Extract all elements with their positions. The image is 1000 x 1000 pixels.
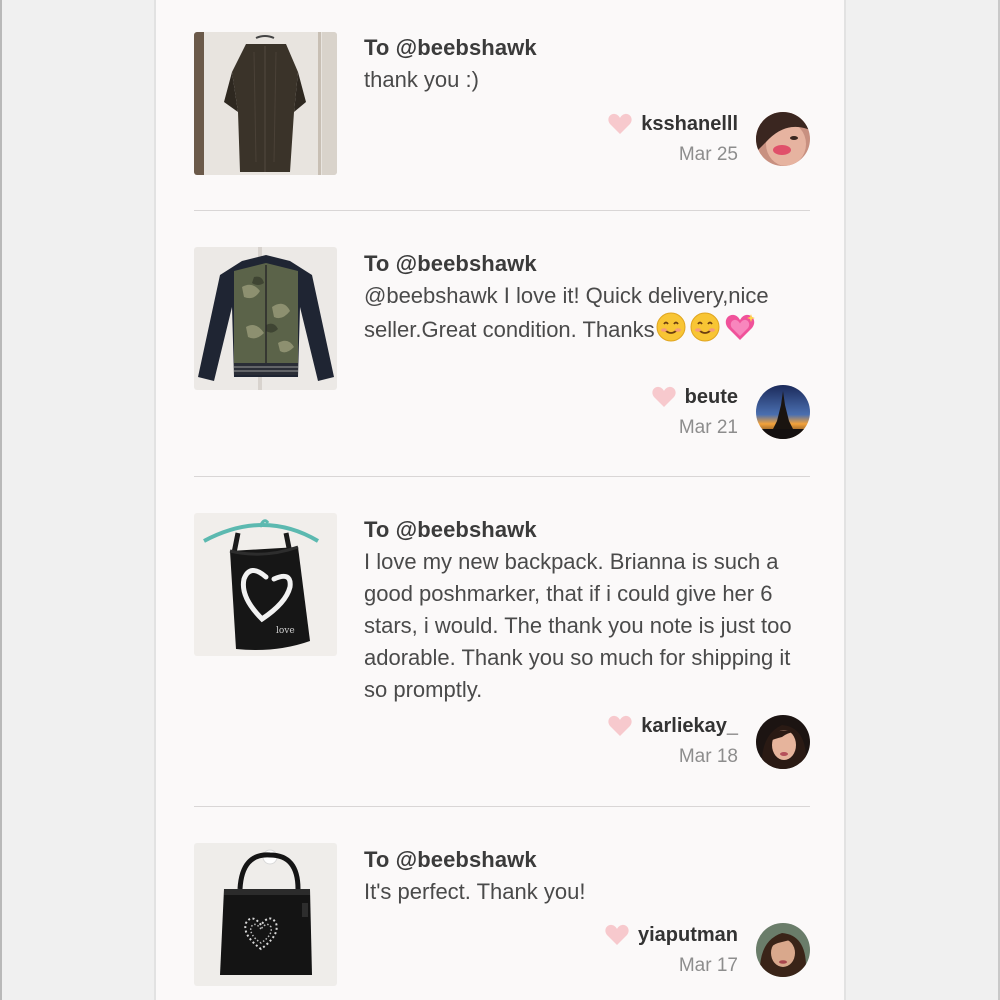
note-meta: karliekay_ Mar 18 — [607, 714, 738, 768]
user-avatar[interactable] — [756, 112, 810, 166]
username-link[interactable]: karliekay_ — [641, 715, 738, 738]
item-thumbnail[interactable]: love — [194, 513, 337, 656]
heart-icon — [605, 924, 629, 945]
love-notes-feed[interactable]: To @beebshawk thank you :) ksshanelll Ma… — [154, 0, 846, 1000]
heart-icon — [608, 113, 632, 134]
note-date: Mar 18 — [678, 746, 738, 767]
note-meta: yiaputman Mar 17 — [604, 923, 738, 977]
note-date: Mar 17 — [678, 955, 738, 976]
divider — [194, 806, 810, 807]
item-thumbnail[interactable] — [194, 843, 337, 986]
note-message: @beebshawk I love it! Quick delivery,nic… — [364, 280, 814, 346]
note-message: I love my new backpack. Brianna is such … — [364, 549, 792, 702]
note-message: thank you :) — [364, 67, 479, 92]
note-date: Mar 25 — [678, 144, 738, 165]
recipient-label: To @beebshawk — [364, 517, 537, 542]
divider — [194, 476, 810, 477]
item-thumbnail[interactable] — [194, 247, 337, 390]
username-link[interactable]: yiaputman — [638, 924, 738, 947]
note-message: It's perfect. Thank you! — [364, 879, 586, 904]
recipient-label: To @beebshawk — [364, 847, 537, 872]
user-avatar[interactable] — [756, 923, 810, 977]
note-date: Mar 21 — [678, 417, 738, 438]
heart-icon — [652, 386, 676, 407]
sparkling-heart-icon — [725, 314, 755, 340]
username-link[interactable]: ksshanelll — [641, 113, 738, 136]
divider — [194, 210, 810, 211]
right-margin — [846, 0, 1000, 1000]
recipient-label: To @beebshawk — [364, 35, 537, 60]
username-link[interactable]: beute — [685, 386, 738, 409]
recipient-label: To @beebshawk — [364, 251, 537, 276]
note-meta: ksshanelll Mar 25 — [607, 112, 738, 166]
smiling-face-icon — [690, 312, 720, 342]
smiling-face-icon — [656, 312, 686, 342]
item-thumbnail[interactable] — [194, 32, 337, 175]
heart-icon — [608, 715, 632, 736]
left-margin — [0, 0, 154, 1000]
user-avatar[interactable] — [756, 715, 810, 769]
user-avatar[interactable] — [756, 385, 810, 439]
note-meta: beute Mar 21 — [651, 385, 738, 439]
svg-text:love: love — [276, 626, 295, 636]
